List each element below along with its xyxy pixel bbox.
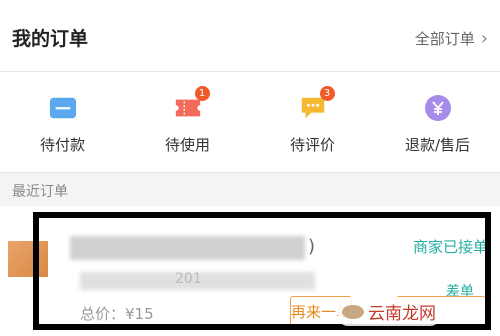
shortcut-label: 退款/售后 xyxy=(404,136,471,154)
all-orders-label: 全部订单 xyxy=(414,30,475,48)
shortcut-to-use[interactable]: 1 待使用 xyxy=(133,72,243,155)
shortcut-to-review[interactable]: 3 待评价 xyxy=(258,72,368,155)
order-status-shortcuts: 待付款 1 待使用 3 待评价 退款/售后 xyxy=(0,72,500,170)
shortcut-label: 待使用 xyxy=(164,136,210,154)
ticket-icon: 1 xyxy=(174,86,210,122)
recent-orders-section-header: 最近订单 xyxy=(0,172,500,206)
chevron-right-icon: › xyxy=(480,27,488,49)
wallet-card-icon xyxy=(49,94,77,122)
watermark-text: 云南龙网 xyxy=(368,304,436,324)
watermark: 云南龙网 xyxy=(338,297,440,326)
recent-orders-label: 最近订单 xyxy=(12,184,68,200)
orders-header: 我的订单 全部订单 › xyxy=(0,0,500,72)
shortcut-label: 待付款 xyxy=(39,136,85,154)
shortcut-pending-payment[interactable]: 待付款 xyxy=(8,72,118,155)
page-title: 我的订单 xyxy=(12,28,89,50)
refund-yen-icon xyxy=(424,94,452,122)
shortcut-refund[interactable]: 退款/售后 xyxy=(383,72,493,155)
comment-icon: 3 xyxy=(299,86,335,122)
shortcut-label: 待评价 xyxy=(289,136,335,154)
all-orders-link[interactable]: 全部订单 › xyxy=(415,28,488,49)
badge-count: 1 xyxy=(194,86,210,101)
badge-count: 3 xyxy=(319,86,335,101)
watermark-logo-icon xyxy=(342,304,364,319)
